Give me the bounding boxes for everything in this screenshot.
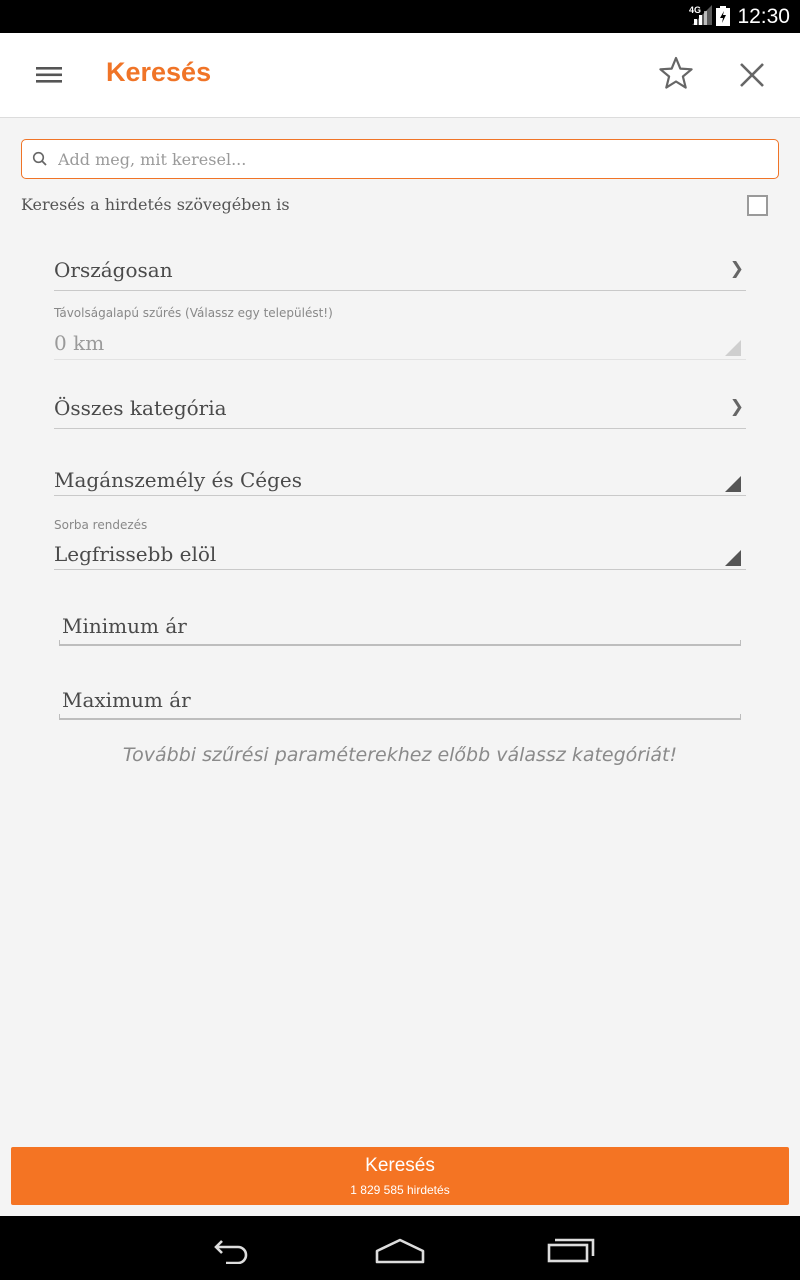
location-selector[interactable]: Országosan ❯: [54, 252, 746, 291]
dropdown-triangle-icon: [725, 476, 741, 492]
search-button-label: Keresés: [365, 1155, 435, 1176]
status-bar: 4G 12:30: [0, 0, 800, 33]
seller-type-value: Magánszemély és Céges: [54, 468, 302, 492]
distance-caption: Távolságalapú szűrés (Válassz egy telepü…: [54, 306, 333, 320]
category-hint-text: További szűrési paraméterekhez előbb vál…: [122, 744, 678, 766]
system-nav-bar: [0, 1216, 800, 1280]
result-count-label: 1 829 585 hirdetés: [350, 1183, 450, 1197]
page-title: Keresés: [106, 57, 212, 87]
chevron-right-icon: ❯: [729, 259, 744, 279]
distance-dropdown: 0 km: [54, 325, 746, 360]
min-price-field-wrapper: [59, 612, 741, 646]
max-price-input[interactable]: [62, 686, 732, 714]
distance-value: 0 km: [54, 331, 105, 355]
star-icon[interactable]: [657, 55, 695, 93]
search-submit-button[interactable]: Keresés 1 829 585 hirdetés: [11, 1147, 789, 1205]
category-value: Összes kategória: [54, 396, 227, 420]
min-price-input[interactable]: [62, 612, 732, 640]
dropdown-triangle-icon: [725, 340, 741, 356]
close-icon[interactable]: [736, 59, 768, 91]
network-type-label: 4G: [689, 5, 702, 15]
battery-icon: [716, 6, 730, 30]
sort-caption: Sorba rendezés: [54, 518, 148, 532]
input-underline: [59, 714, 741, 720]
home-icon[interactable]: [374, 1234, 426, 1268]
location-value: Országosan: [54, 258, 173, 282]
max-price-field-wrapper: [59, 686, 741, 720]
menu-icon[interactable]: [34, 62, 64, 88]
clock-label: 12:30: [737, 5, 790, 28]
recents-icon[interactable]: [546, 1234, 596, 1268]
search-box: [21, 139, 779, 179]
sort-value: Legfrissebb elöl: [54, 542, 217, 566]
search-input[interactable]: [58, 143, 758, 175]
seller-type-dropdown[interactable]: Magánszemély és Céges: [54, 462, 746, 496]
chevron-right-icon: ❯: [729, 397, 744, 417]
search-icon: [32, 151, 48, 171]
fulltext-search-checkbox[interactable]: [747, 195, 768, 216]
app-bar: Keresés: [0, 33, 800, 118]
back-icon[interactable]: [206, 1234, 254, 1268]
fulltext-search-label: Keresés a hirdetés szövegében is: [21, 195, 290, 214]
category-selector[interactable]: Összes kategória ❯: [54, 390, 746, 429]
sort-dropdown[interactable]: Legfrissebb elöl: [54, 536, 746, 570]
input-underline: [59, 640, 741, 646]
dropdown-triangle-icon: [725, 550, 741, 566]
